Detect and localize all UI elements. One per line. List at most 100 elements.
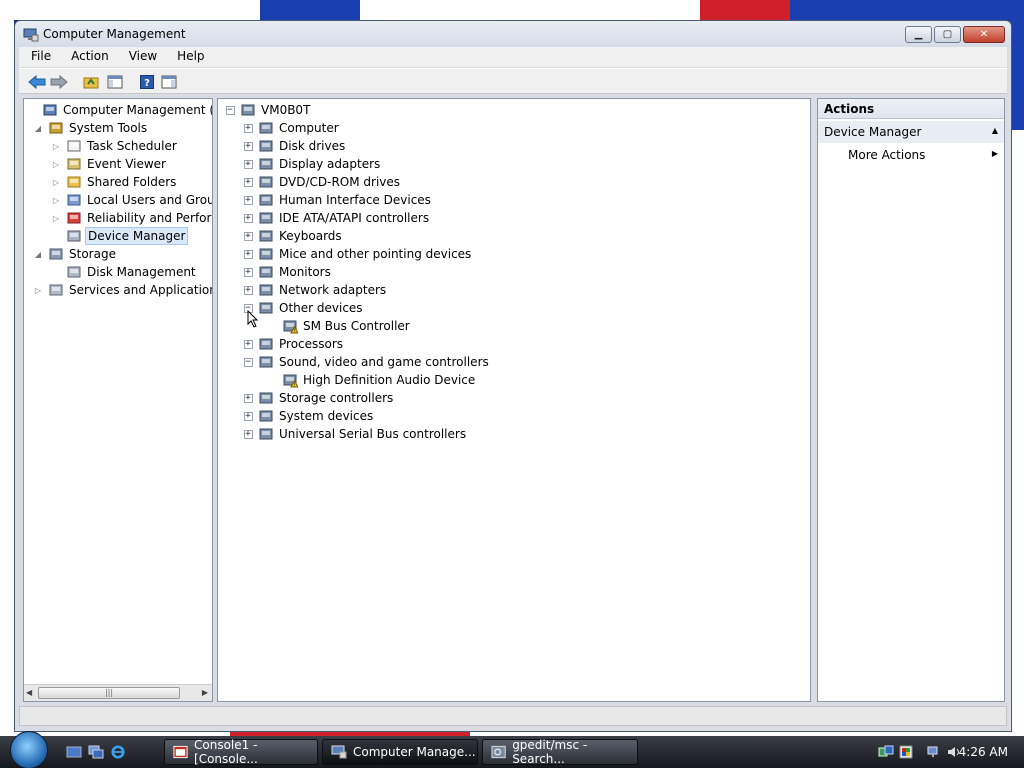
collapse-icon[interactable]: − — [224, 101, 236, 119]
minimize-button[interactable]: ▁ — [905, 26, 932, 43]
console-tree-item-computer-management-local[interactable]: Computer Management (Local — [26, 101, 212, 119]
expand-icon[interactable]: + — [242, 263, 254, 281]
expand-icon[interactable]: + — [242, 209, 254, 227]
actions-section-device-manager[interactable]: Device Manager ▲ — [818, 121, 1004, 143]
up-one-level-button[interactable] — [81, 72, 101, 92]
unknown-device-icon: ! — [283, 320, 298, 334]
menu-file[interactable]: File — [19, 47, 59, 67]
display-icon — [259, 158, 273, 170]
console-tree-item-reliability-and-performa[interactable]: ▷ Reliability and Performa — [50, 209, 212, 227]
menu-action[interactable]: Action — [59, 47, 117, 67]
device-category-ide-ata-atapi-controllers[interactable]: + IDE ATA/ATAPI controllers — [242, 209, 431, 227]
close-button[interactable]: ✕ — [963, 26, 1005, 43]
taskbar-item-gpedit-search[interactable]: gpedit/msc - Search... — [482, 738, 638, 766]
collapse-icon[interactable]: − — [242, 353, 254, 371]
show-hide-console-tree-button[interactable] — [105, 72, 125, 92]
forward-button[interactable] — [49, 72, 69, 92]
console-tree-item-device-manager[interactable]: Device Manager — [50, 227, 189, 245]
start-button[interactable] — [6, 731, 52, 768]
tree-expander-icon[interactable] — [50, 263, 62, 281]
show-desktop-icon[interactable] — [66, 745, 82, 759]
device-category-dvd-cd-rom-drives[interactable]: + DVD/CD-ROM drives — [242, 173, 402, 191]
clock[interactable]: 4:26 AM — [959, 745, 1008, 759]
expand-icon[interactable]: + — [242, 281, 254, 299]
console-tree-item-disk-management[interactable]: Disk Management — [50, 263, 198, 281]
device-category-universal-serial-bus-controllers[interactable]: + Universal Serial Bus controllers — [242, 425, 468, 443]
console-tree-item-storage[interactable]: ◢ Storage — [32, 245, 118, 263]
device-category-monitors[interactable]: + Monitors — [242, 263, 333, 281]
expand-icon[interactable]: + — [242, 191, 254, 209]
tree-expander-icon[interactable]: ▷ — [50, 173, 62, 191]
device-category-human-interface-devices[interactable]: + Human Interface Devices — [242, 191, 433, 209]
tree-item-label: Storage — [69, 247, 116, 261]
expand-icon[interactable]: + — [242, 335, 254, 353]
more-actions-item[interactable]: More Actions ▶ — [818, 145, 1004, 165]
console-tree-item-task-scheduler[interactable]: ▷ Task Scheduler — [50, 137, 179, 155]
tree-expander-icon[interactable]: ▷ — [50, 137, 62, 155]
device-category-network-adapters[interactable]: + Network adapters — [242, 281, 388, 299]
icon-wrapper — [258, 426, 274, 442]
tree-item-label: Event Viewer — [87, 157, 166, 171]
tree-expander-icon[interactable] — [26, 101, 38, 119]
console-tree-item-local-users-and-groups[interactable]: ▷ Local Users and Groups — [50, 191, 212, 209]
computer-management-icon — [331, 745, 347, 759]
tree-expander-icon[interactable] — [50, 227, 62, 245]
device-tree-root[interactable]: − VM0B0T — [224, 101, 312, 119]
expand-icon[interactable]: + — [242, 245, 254, 263]
search-window-icon — [491, 745, 506, 759]
expand-icon[interactable]: + — [242, 119, 254, 137]
expand-icon[interactable]: + — [242, 173, 254, 191]
device-category-mice-and-other-pointing-devices[interactable]: + Mice and other pointing devices — [242, 245, 473, 263]
scroll-right-icon[interactable]: ▶ — [202, 688, 208, 697]
device-category-system-devices[interactable]: + System devices — [242, 407, 375, 425]
device-category-disk-drives[interactable]: + Disk drives — [242, 137, 347, 155]
tree-expander-icon[interactable]: ◢ — [32, 245, 44, 263]
back-button[interactable] — [27, 72, 47, 92]
device-category-processors[interactable]: + Processors — [242, 335, 345, 353]
security-tray-icon[interactable] — [898, 744, 914, 760]
computer-management-window: Computer Management ▁ ▢ ✕ File Action Vi… — [14, 20, 1012, 732]
tree-expander-icon[interactable]: ◢ — [32, 119, 44, 137]
storage-controller-icon — [259, 392, 273, 404]
device-category-display-adapters[interactable]: + Display adapters — [242, 155, 382, 173]
collapse-up-icon[interactable]: ▲ — [992, 126, 998, 135]
expand-icon[interactable]: + — [242, 425, 254, 443]
device-category-other-devices[interactable]: − Other devices — [242, 299, 365, 317]
tree-expander-icon[interactable]: ▷ — [32, 281, 44, 299]
tree-expander-icon[interactable]: ▷ — [50, 155, 62, 173]
device-category-sound-video-and-game-controllers[interactable]: − Sound, video and game controllers — [242, 353, 491, 371]
console-tree-item-system-tools[interactable]: ◢ System Tools — [32, 119, 149, 137]
title-bar[interactable]: Computer Management ▁ ▢ ✕ — [15, 21, 1011, 49]
expand-icon[interactable]: + — [242, 227, 254, 245]
expand-icon[interactable]: + — [242, 155, 254, 173]
menu-view[interactable]: View — [117, 47, 165, 67]
switch-windows-icon[interactable] — [88, 745, 104, 759]
device-category-computer[interactable]: + Computer — [242, 119, 341, 137]
tree-expander-icon[interactable]: ▷ — [50, 209, 62, 227]
device-category-keyboards[interactable]: + Keyboards — [242, 227, 344, 245]
scroll-left-icon[interactable]: ◀ — [26, 688, 32, 697]
expand-icon[interactable]: + — [242, 389, 254, 407]
help-button[interactable]: ? — [137, 72, 157, 92]
expand-icon[interactable]: + — [242, 407, 254, 425]
internet-explorer-icon[interactable] — [110, 745, 126, 759]
taskbar-item-computer-management[interactable]: Computer Manage... — [322, 739, 478, 765]
console-tree-item-services-and-applications[interactable]: ▷ Services and Applications — [32, 281, 212, 299]
device-high-definition-audio-device[interactable]: ! High Definition Audio Device — [278, 371, 477, 389]
console-tree-item-event-viewer[interactable]: ▷ Event Viewer — [50, 155, 168, 173]
menu-help[interactable]: Help — [165, 47, 212, 67]
horizontal-scrollbar[interactable]: ◀ ||| ▶ — [24, 684, 212, 701]
expand-icon[interactable]: + — [242, 137, 254, 155]
show-hide-action-pane-button[interactable] — [159, 72, 179, 92]
console-tree-item-shared-folders[interactable]: ▷ Shared Folders — [50, 173, 178, 191]
device-category-storage-controllers[interactable]: + Storage controllers — [242, 389, 395, 407]
status-bar — [19, 706, 1007, 726]
network-tray-icon[interactable] — [878, 744, 894, 760]
scroll-thumb[interactable]: ||| — [38, 687, 180, 699]
network-connection-icon[interactable] — [926, 744, 942, 760]
tree-expander-icon[interactable]: ▷ — [50, 191, 62, 209]
device-sm-bus-controller[interactable]: ! SM Bus Controller — [278, 317, 412, 335]
maximize-button[interactable]: ▢ — [934, 26, 961, 43]
icon-wrapper — [258, 228, 274, 244]
taskbar-item-console1[interactable]: Console1 - [Console... — [164, 738, 318, 766]
